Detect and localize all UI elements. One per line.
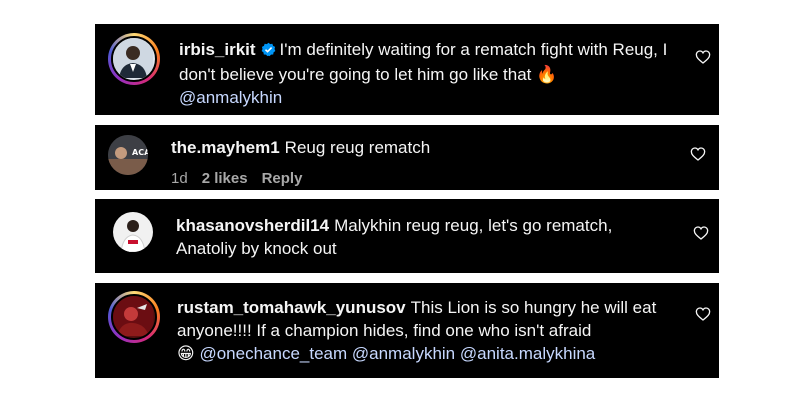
grin-emoji: 😁 [177,344,195,363]
comment-text: rustam_tomahawk_yunusov This Lion is so h… [177,296,677,365]
comment-username[interactable]: the.mayhem1 [171,138,280,157]
mention-link[interactable]: @onechance_team [199,344,347,363]
comment-meta: 1d 2 likes Reply [171,170,316,187]
mention-link[interactable]: @anmalykhin [352,344,455,363]
avatar[interactable] [108,33,160,85]
comment-text: irbis_irkit I'm definitely waiting for a … [179,38,669,109]
comment-username[interactable]: rustam_tomahawk_yunusov [177,298,406,317]
heart-outline-icon[interactable] [693,225,709,241]
reply-button[interactable]: Reply [262,170,303,187]
fire-emoji: 🔥 [536,65,558,84]
comment-text: the.mayhem1 Reug reug rematch [171,136,671,159]
heart-outline-icon[interactable] [695,306,711,322]
avatar[interactable]: ACA [108,135,148,175]
avatar[interactable] [108,291,160,343]
avatar-photo-icon [113,212,153,252]
mention-link[interactable]: @anmalykhin [179,88,282,107]
avatar-photo-icon: ACA [108,135,148,175]
comment-card: irbis_irkit I'm definitely waiting for a … [95,24,719,115]
verified-badge-icon [261,40,276,63]
comment-text: khasanovsherdil14 Malykhin reug reug, let… [176,214,676,260]
comment-username[interactable]: khasanovsherdil14 [176,216,329,235]
comment-card: ACA the.mayhem1 Reug reug rematch 1d 2 lik… [95,125,719,190]
avatar-person-icon [113,38,153,78]
comment-card: rustam_tomahawk_yunusov This Lion is so h… [95,283,719,378]
comment-body: Reug reug rematch [284,138,431,157]
avatar[interactable] [113,212,153,252]
comment-likes[interactable]: 2 likes [202,170,248,187]
mention-link[interactable]: @anita.malykhina [460,344,595,363]
heart-outline-icon[interactable] [695,49,711,65]
comment-username[interactable]: irbis_irkit [179,40,256,59]
comment-card: khasanovsherdil14 Malykhin reug reug, let… [95,199,719,273]
avatar-photo-icon [113,296,153,336]
svg-text:ACA: ACA [132,148,148,157]
comment-age: 1d [171,170,188,187]
heart-outline-icon[interactable] [690,146,706,162]
